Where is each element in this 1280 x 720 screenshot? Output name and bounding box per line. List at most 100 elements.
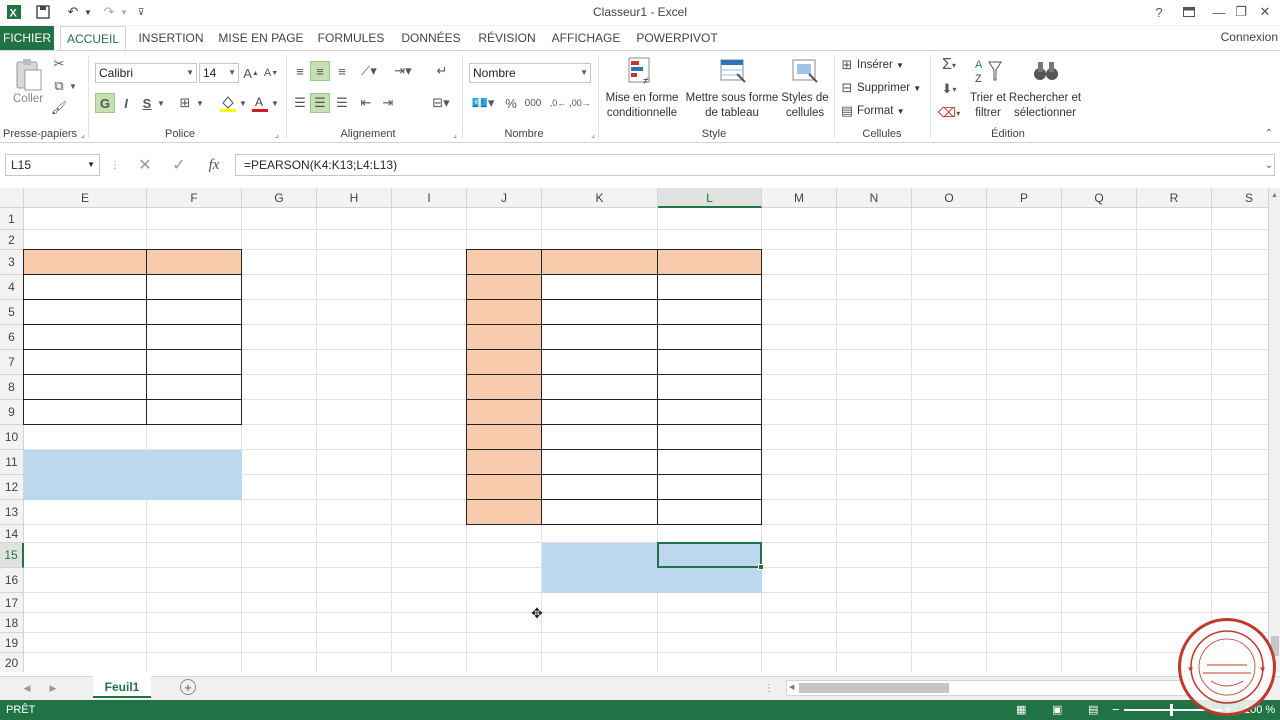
- decrease-font-icon[interactable]: A ▼: [262, 63, 280, 83]
- delete-cells-button[interactable]: Supprimer ▼: [857, 82, 921, 94]
- column-header-l[interactable]: L: [658, 188, 762, 208]
- align-right-icon[interactable]: ☰: [332, 93, 352, 113]
- column-header-o[interactable]: O: [912, 188, 987, 208]
- table2-computed-label[interactable]: [542, 543, 658, 568]
- page-break-view-icon[interactable]: ▤: [1088, 703, 1098, 716]
- alignment-launcher-icon[interactable]: ⌟: [450, 129, 460, 139]
- format-cells-button[interactable]: Format ▼: [857, 105, 905, 117]
- row-header-15[interactable]: 15: [0, 543, 24, 568]
- tab-formules[interactable]: FORMULES: [314, 26, 388, 50]
- underline-dropdown-icon[interactable]: ▼: [156, 93, 166, 113]
- tab-accueil[interactable]: ACCUEIL: [60, 26, 126, 50]
- increase-font-icon[interactable]: A ▲: [242, 63, 260, 83]
- tab-affichage[interactable]: AFFICHAGE: [548, 26, 624, 50]
- copy-icon[interactable]: ⧉: [50, 77, 68, 95]
- clear-icon[interactable]: ⌫ ▾: [936, 103, 962, 123]
- collapse-ribbon-icon[interactable]: ⌃: [1262, 127, 1276, 139]
- column-header-g[interactable]: G: [242, 188, 317, 208]
- currency-icon[interactable]: 💶▾: [470, 93, 496, 113]
- add-sheet-icon[interactable]: +: [180, 679, 196, 695]
- close-icon[interactable]: ✕: [1250, 2, 1280, 22]
- merge-center-icon[interactable]: ⊟▾: [428, 93, 454, 113]
- column-header-i[interactable]: I: [392, 188, 467, 208]
- tab-split-icon[interactable]: ⋮: [764, 681, 774, 695]
- autosum-icon[interactable]: Σ ▾: [936, 55, 962, 75]
- row-header-10[interactable]: 10: [0, 425, 24, 450]
- row-header-5[interactable]: 5: [0, 300, 24, 325]
- tab-insertion[interactable]: INSERTION: [134, 26, 208, 50]
- scroll-up-icon[interactable]: ▲: [1271, 192, 1278, 199]
- table1-computed-value[interactable]: [147, 450, 242, 475]
- align-left-icon[interactable]: ☰: [290, 93, 310, 113]
- fill-color-dropdown-icon[interactable]: ▼: [238, 93, 248, 113]
- row-header-20[interactable]: 20: [0, 653, 24, 672]
- column-header-r[interactable]: R: [1137, 188, 1212, 208]
- align-top-icon[interactable]: ≡: [290, 61, 310, 81]
- increase-indent-icon[interactable]: ⇥: [378, 93, 398, 113]
- row-header-16[interactable]: 16: [0, 568, 24, 593]
- font-color-dropdown-icon[interactable]: ▼: [270, 93, 280, 113]
- row-header-2[interactable]: 2: [0, 230, 24, 250]
- font-size-combo[interactable]: 14 ▼: [199, 63, 239, 83]
- number-launcher-icon[interactable]: ⌟: [588, 129, 598, 139]
- row-header-12[interactable]: 12: [0, 475, 24, 500]
- decrease-indent-icon[interactable]: ⇤: [356, 93, 376, 113]
- insert-function-icon[interactable]: fx: [202, 156, 226, 174]
- row-header-1[interactable]: 1: [0, 208, 24, 230]
- decrease-decimal-icon[interactable]: ,00→: [569, 93, 591, 113]
- format-painter-icon[interactable]: 🖌: [50, 99, 68, 117]
- table1-computed-label[interactable]: [24, 450, 147, 475]
- column-header-f[interactable]: F: [147, 188, 242, 208]
- cell-styles-icon[interactable]: [790, 55, 820, 87]
- expand-formula-icon[interactable]: ⌄: [1262, 158, 1276, 172]
- table2-critical-value[interactable]: [658, 568, 762, 593]
- font-name-combo[interactable]: Calibri ▼: [95, 63, 197, 83]
- conditional-format-icon[interactable]: ≠: [626, 55, 656, 87]
- insert-cells-button[interactable]: Insérer ▼: [857, 59, 904, 71]
- column-header-m[interactable]: M: [762, 188, 837, 208]
- name-box[interactable]: L15 ▼: [5, 154, 100, 176]
- insert-cells-icon[interactable]: ⊞: [838, 56, 856, 74]
- column-header-e[interactable]: E: [24, 188, 147, 208]
- row-header-11[interactable]: 11: [0, 450, 24, 475]
- borders-dropdown-icon[interactable]: ▼: [195, 93, 205, 113]
- row-header-8[interactable]: 8: [0, 375, 24, 400]
- ribbon-display-icon[interactable]: [1174, 2, 1204, 22]
- vertical-scrollbar[interactable]: ▲ ▼: [1268, 188, 1280, 672]
- number-format-combo[interactable]: Nombre ▼: [469, 63, 591, 83]
- borders-icon[interactable]: ⊞: [175, 93, 195, 113]
- tab-mise-en-page[interactable]: MISE EN PAGE: [216, 26, 306, 50]
- worksheet-grid[interactable]: E F G H I J K L M N O P Q R S 1 2 3 4 5 6 7 8 9 10 11 12 13 14 15 16 17…: [0, 188, 1268, 672]
- orientation-icon[interactable]: ⟋▾: [356, 61, 382, 81]
- row-header-14[interactable]: 14: [0, 525, 24, 543]
- sort-filter-button[interactable]: Trier et filtrer: [964, 91, 1012, 121]
- paste-label[interactable]: Coller: [13, 93, 43, 105]
- formula-input[interactable]: =PEARSON(K4:K13;L4:L13): [235, 154, 1275, 176]
- font-color-icon[interactable]: A: [250, 93, 270, 113]
- sign-in-link[interactable]: Connexion: [1221, 26, 1280, 48]
- column-header-p[interactable]: P: [987, 188, 1062, 208]
- table1-critical-label[interactable]: [24, 475, 147, 500]
- column-header-h[interactable]: H: [317, 188, 392, 208]
- cell-styles-button[interactable]: Styles de cellules: [778, 91, 832, 121]
- prev-sheet-icon[interactable]: ◀: [20, 680, 34, 696]
- percent-icon[interactable]: %: [502, 93, 520, 113]
- scroll-left-icon[interactable]: ◀: [789, 683, 794, 691]
- paste-icon[interactable]: [12, 57, 44, 93]
- underline-button[interactable]: S: [138, 93, 156, 113]
- align-middle-icon[interactable]: ≡: [310, 61, 330, 81]
- cut-icon[interactable]: ✂: [50, 55, 68, 73]
- row-header-3[interactable]: 3: [0, 250, 24, 275]
- sheet-tab-feuil1[interactable]: Feuil1: [93, 676, 151, 698]
- row-header-17[interactable]: 17: [0, 593, 24, 613]
- row-header-4[interactable]: 4: [0, 275, 24, 300]
- bold-button[interactable]: G: [95, 93, 115, 113]
- format-as-table-button[interactable]: Mettre sous forme de tableau: [684, 91, 780, 121]
- row-header-18[interactable]: 18: [0, 613, 24, 633]
- column-header-q[interactable]: Q: [1062, 188, 1137, 208]
- zoom-out-icon[interactable]: −: [1112, 702, 1120, 717]
- copy-dropdown-icon[interactable]: ▼: [68, 77, 78, 95]
- conditional-format-button[interactable]: Mise en forme conditionnelle: [600, 91, 684, 121]
- fill-handle[interactable]: [758, 564, 764, 570]
- align-center-icon[interactable]: ☰: [310, 93, 330, 113]
